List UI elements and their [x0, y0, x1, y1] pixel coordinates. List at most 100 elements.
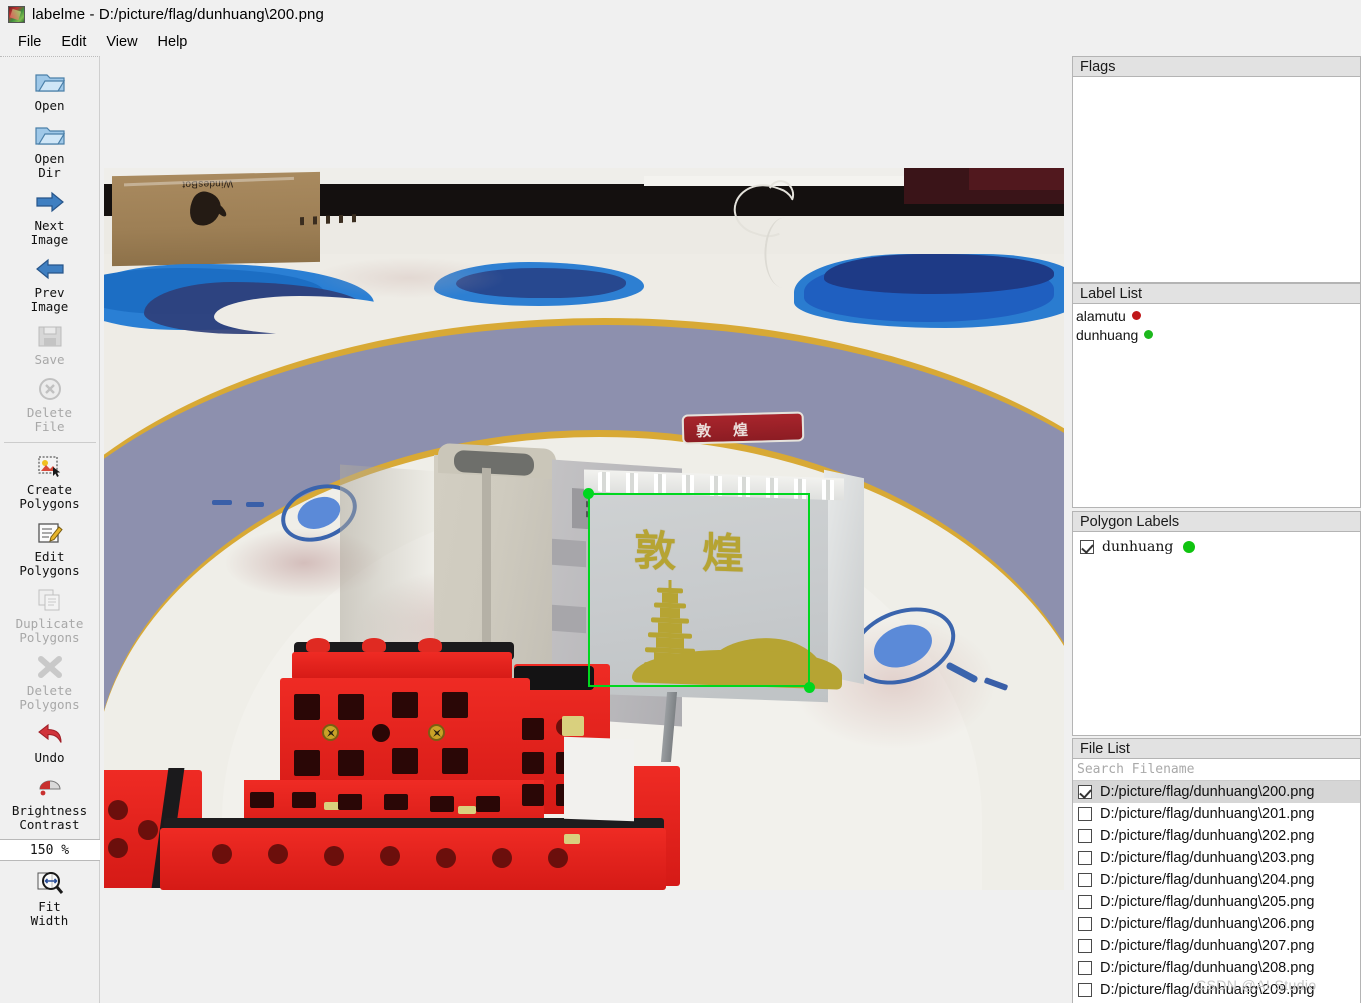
toolbar-duplicate-polygons-button[interactable]: Duplicate Polygons — [0, 581, 100, 648]
flags-list[interactable] — [1072, 77, 1361, 283]
image-canvas[interactable]: WindesBot 敦煌 敦煌 — [101, 56, 1069, 1003]
toolbar-open-dir-button[interactable]: Open Dir — [0, 116, 100, 183]
toolbar-brightness-contrast-button[interactable]: Brightness Contrast — [0, 768, 100, 835]
file-checkbox[interactable] — [1078, 785, 1092, 799]
map-dash-1 — [212, 500, 232, 505]
file-name: D:/picture/flag/dunhuang\208.png — [1100, 960, 1315, 976]
file-checkbox[interactable] — [1078, 939, 1092, 953]
file-list-item[interactable]: D:/picture/flag/dunhuang\201.png — [1073, 803, 1360, 825]
polygon-vertex-top-left[interactable] — [583, 488, 594, 499]
menu-edit[interactable]: Edit — [51, 32, 96, 52]
scene-dark-corner-right-2 — [969, 168, 1064, 190]
flags-panel-title: Flags — [1072, 56, 1361, 77]
menu-help[interactable]: Help — [148, 32, 198, 52]
toolbar-create-polygons-button[interactable]: Create Polygons — [0, 447, 100, 514]
file-checkbox[interactable] — [1078, 961, 1092, 975]
label-list[interactable]: alamutu dunhuang — [1072, 304, 1361, 508]
label-list-item-label: dunhuang — [1076, 326, 1139, 343]
toolbar-delete-file-label: Delete File — [26, 405, 73, 434]
red-plaque: 敦煌 — [681, 411, 805, 445]
toolbar-delete-file-button[interactable]: Delete File — [0, 370, 100, 437]
label-color-dot — [1144, 330, 1154, 339]
edit-polygon-pencil-icon — [33, 518, 67, 548]
file-name: D:/picture/flag/dunhuang\201.png — [1100, 806, 1315, 822]
flags-panel: Flags — [1072, 56, 1361, 283]
window-title: labelme - D:/picture/flag/dunhuang\200.p… — [32, 5, 324, 23]
toolbar-edit-polygons-label: Edit Polygons — [19, 549, 80, 578]
toolbar-open-label: Open — [34, 98, 65, 113]
toolbar-delete-polygons-label: Delete Polygons — [19, 683, 80, 712]
toolbar-duplicate-polygons-label: Duplicate Polygons — [15, 616, 84, 645]
polygon-label-text: dunhuang — [1102, 539, 1174, 555]
arrow-left-icon — [33, 254, 67, 284]
polygon-labels-panel-title: Polygon Labels — [1072, 511, 1361, 532]
toolbar-delete-polygons-button[interactable]: Delete Polygons — [0, 648, 100, 715]
file-name: D:/picture/flag/dunhuang\203.png — [1100, 850, 1315, 866]
file-list-item[interactable]: D:/picture/flag/dunhuang\206.png — [1073, 913, 1360, 935]
building-window — [454, 449, 534, 477]
polygon-labels-panel: Polygon Labels dunhuang — [1072, 511, 1361, 736]
file-checkbox[interactable] — [1078, 895, 1092, 909]
title-bar: labelme - D:/picture/flag/dunhuang\200.p… — [0, 0, 1361, 28]
label-list-panel-title: Label List — [1072, 283, 1361, 304]
undo-arrow-icon — [33, 719, 67, 749]
zoom-level-spinbox[interactable]: 150 % — [0, 839, 100, 861]
file-list-item[interactable]: D:/picture/flag/dunhuang\208.png — [1073, 957, 1360, 979]
duplicate-pages-icon — [33, 585, 67, 615]
file-list-panel: File List Search Filename D:/picture/fla… — [1072, 738, 1361, 1003]
file-list-item[interactable]: D:/picture/flag/dunhuang\209.png — [1073, 979, 1360, 1001]
file-checkbox[interactable] — [1078, 873, 1092, 887]
box-bird-logo-icon — [185, 188, 225, 231]
menu-file[interactable]: File — [8, 32, 51, 52]
toolbar-prev-image-label: Prev Image — [30, 285, 69, 314]
file-name: D:/picture/flag/dunhuang\207.png — [1100, 938, 1315, 954]
file-list-item[interactable]: D:/picture/flag/dunhuang\207.png — [1073, 935, 1360, 957]
file-list-item[interactable]: D:/picture/flag/dunhuang\203.png — [1073, 847, 1360, 869]
file-name: D:/picture/flag/dunhuang\206.png — [1100, 916, 1315, 932]
file-search-input[interactable]: Search Filename — [1073, 759, 1360, 781]
label-list-item[interactable]: dunhuang — [1073, 325, 1360, 344]
polygon-label-checkbox[interactable] — [1080, 540, 1094, 554]
fit-width-magnifier-icon — [33, 868, 67, 898]
toolbar-save-label: Save — [34, 352, 65, 367]
annotated-photo: WindesBot 敦煌 敦煌 — [104, 168, 1064, 890]
toolbar-save-button[interactable]: Save — [0, 317, 100, 370]
toolbar-edit-polygons-button[interactable]: Edit Polygons — [0, 514, 100, 581]
file-list-item[interactable]: D:/picture/flag/dunhuang\200.png — [1073, 781, 1360, 803]
file-list[interactable]: Search Filename D:/picture/flag/dunhuang… — [1072, 759, 1361, 1003]
file-checkbox[interactable] — [1078, 983, 1092, 997]
toolbar-separator-1 — [3, 442, 96, 443]
toolbar-next-image-button[interactable]: Next Image — [0, 183, 100, 250]
toolbar-create-polygons-label: Create Polygons — [19, 482, 80, 511]
map-water-left-cut — [214, 296, 404, 334]
toolbar-fit-width-button[interactable]: Fit Width — [0, 864, 100, 931]
toolbar-fit-width-label: Fit Width — [30, 899, 69, 928]
arrow-right-icon — [33, 187, 67, 217]
file-list-item[interactable]: D:/picture/flag/dunhuang\204.png — [1073, 869, 1360, 891]
file-list-item[interactable]: D:/picture/flag/dunhuang\205.png — [1073, 891, 1360, 913]
toolbar-open-dir-label: Open Dir — [34, 151, 65, 180]
label-list-panel: Label List alamutu dunhuang — [1072, 283, 1361, 508]
open-dir-folder-icon — [33, 120, 67, 150]
toolbar-prev-image-button[interactable]: Prev Image — [0, 250, 100, 317]
brightness-contrast-icon — [33, 772, 67, 802]
labelme-window: labelme - D:/picture/flag/dunhuang\200.p… — [0, 0, 1361, 1003]
toolbar-open-button[interactable]: Open — [0, 63, 100, 116]
toolbar-undo-button[interactable]: Undo — [0, 715, 100, 768]
file-name: D:/picture/flag/dunhuang\209.png — [1100, 982, 1315, 998]
file-checkbox[interactable] — [1078, 829, 1092, 843]
file-checkbox[interactable] — [1078, 851, 1092, 865]
file-name: D:/picture/flag/dunhuang\204.png — [1100, 872, 1315, 888]
file-list-item[interactable]: D:/picture/flag/dunhuang\202.png — [1073, 825, 1360, 847]
file-checkbox[interactable] — [1078, 807, 1092, 821]
polygon-vertex-bottom-right[interactable] — [804, 682, 815, 693]
file-checkbox[interactable] — [1078, 917, 1092, 931]
open-folder-icon — [33, 67, 67, 97]
menu-view[interactable]: View — [96, 32, 147, 52]
file-name: D:/picture/flag/dunhuang\205.png — [1100, 894, 1315, 910]
polygon-annotation-dunhuang[interactable] — [588, 493, 810, 687]
polygon-labels-list[interactable]: dunhuang — [1072, 532, 1361, 736]
label-list-item-label: alamutu — [1076, 307, 1126, 324]
label-list-item[interactable]: alamutu — [1073, 306, 1360, 325]
polygon-label-item[interactable]: dunhuang — [1073, 536, 1360, 558]
